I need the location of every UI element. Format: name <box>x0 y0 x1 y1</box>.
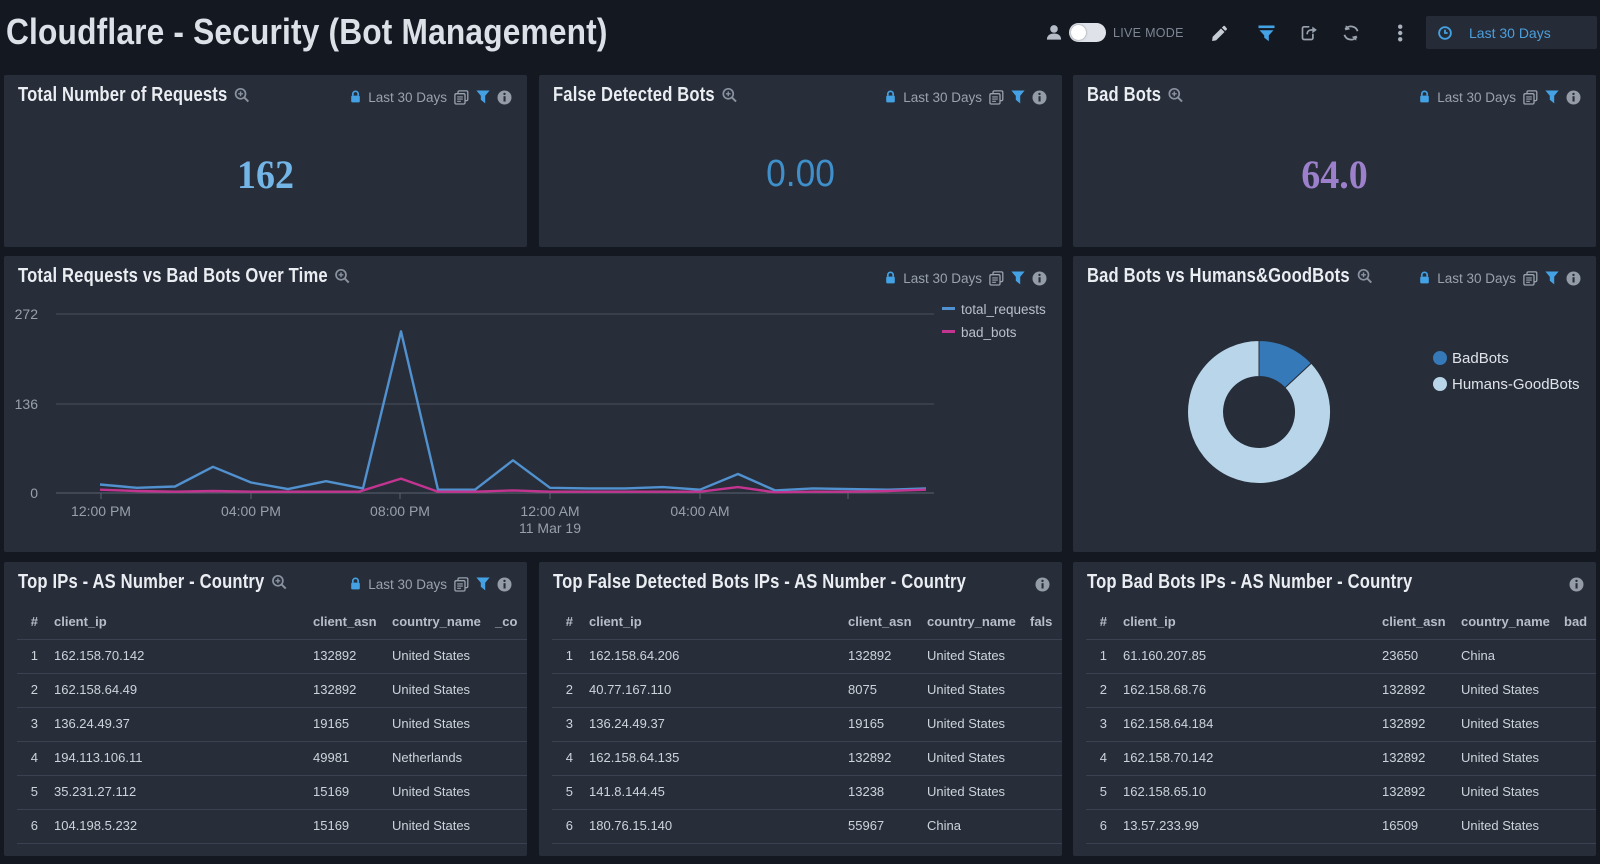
svg-text:272: 272 <box>15 306 39 322</box>
svg-text:0: 0 <box>30 485 38 501</box>
svg-text:Humans-GoodBots: Humans-GoodBots <box>1452 376 1580 393</box>
svg-text:total_requests: total_requests <box>961 302 1046 317</box>
svg-text:bad_bots: bad_bots <box>961 325 1017 340</box>
svg-text:12:00 AM: 12:00 AM <box>520 503 579 519</box>
svg-text:04:00 AM: 04:00 AM <box>670 503 729 519</box>
svg-text:11 Mar 19: 11 Mar 19 <box>519 520 581 536</box>
svg-text:12:00 PM: 12:00 PM <box>71 503 131 519</box>
svg-text:08:00 PM: 08:00 PM <box>370 503 430 519</box>
svg-text:04:00 PM: 04:00 PM <box>221 503 281 519</box>
svg-text:BadBots: BadBots <box>1452 350 1509 367</box>
svg-text:136: 136 <box>15 396 39 412</box>
